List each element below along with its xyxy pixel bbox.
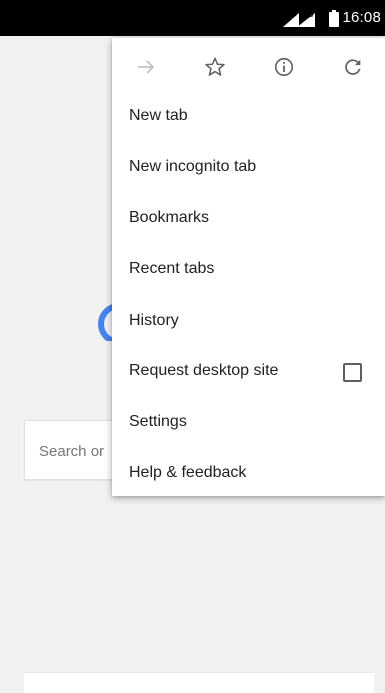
overflow-menu: New tab New incognito tab Bookmarks Rece…: [112, 38, 385, 496]
menu-item-bookmarks[interactable]: Bookmarks: [112, 193, 385, 245]
reload-button[interactable]: [336, 50, 370, 84]
content-card: [24, 672, 374, 693]
menu-item-new-tab[interactable]: New tab: [112, 91, 385, 143]
menu-item-label: Request desktop site: [129, 362, 279, 379]
menu-item-label: Recent tabs: [129, 260, 215, 277]
menu-item-label: History: [129, 312, 179, 329]
network-type-label: 4G: [303, 10, 314, 19]
status-bar: 4G 16:08: [0, 0, 385, 36]
desktop-site-checkbox[interactable]: [343, 363, 362, 382]
menu-item-recent-tabs[interactable]: Recent tabs: [112, 244, 385, 296]
menu-item-label: Bookmarks: [129, 209, 210, 226]
bookmark-star-icon: [205, 57, 225, 76]
forward-button[interactable]: [129, 50, 163, 84]
menu-item-help-feedback[interactable]: Help & feedback: [112, 448, 385, 500]
menu-item-new-incognito-tab[interactable]: New incognito tab: [112, 142, 385, 194]
page-info-button[interactable]: [267, 50, 301, 84]
menu-item-history[interactable]: History: [112, 296, 385, 348]
clock-time: 16:08: [342, 9, 381, 26]
menu-item-settings[interactable]: Settings: [112, 397, 385, 449]
battery-icon: [329, 10, 339, 27]
menu-item-label: New tab: [129, 107, 188, 124]
menu-item-request-desktop-site[interactable]: Request desktop site: [112, 346, 385, 398]
search-placeholder: Search or: [39, 443, 105, 460]
menu-icon-row: [112, 38, 385, 94]
reload-icon: [345, 59, 361, 75]
menu-item-label: Settings: [129, 413, 187, 430]
page-info-icon: [274, 57, 294, 77]
menu-item-label: New incognito tab: [129, 158, 257, 175]
forward-arrow-icon: [138, 60, 155, 74]
bookmark-button[interactable]: [198, 50, 232, 84]
menu-item-label: Help & feedback: [129, 464, 247, 481]
